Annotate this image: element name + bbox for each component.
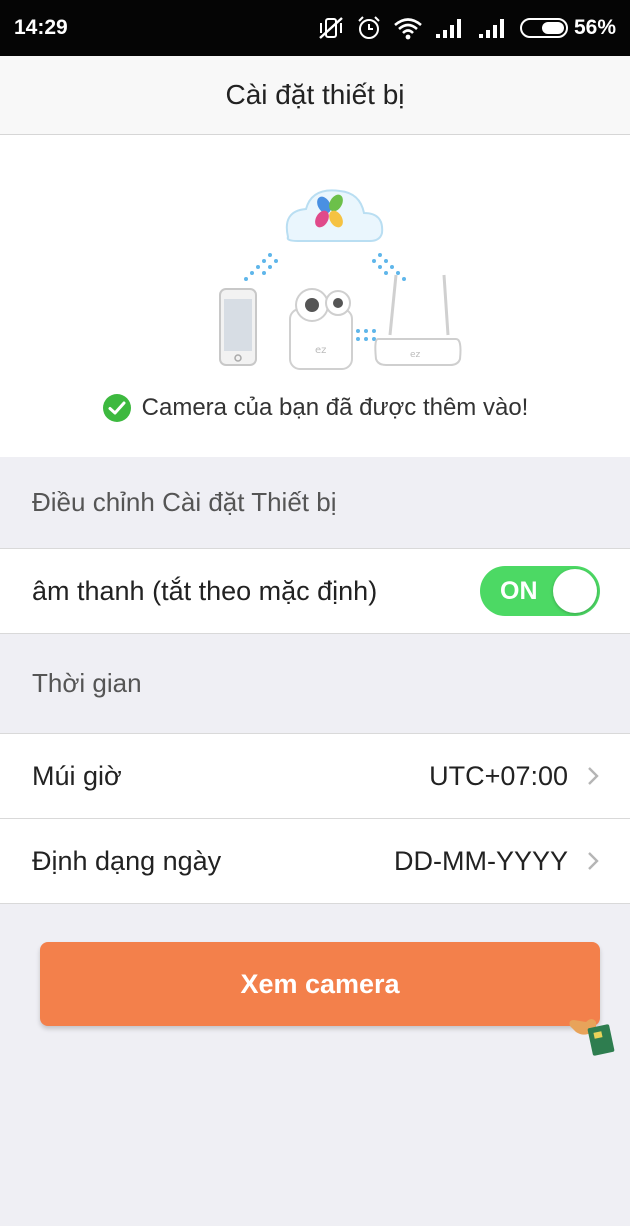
timezone-label: Múi giờ — [32, 760, 122, 791]
wifi-icon — [394, 18, 422, 40]
check-circle-icon — [102, 394, 131, 422]
battery-fill — [541, 22, 564, 34]
success-message: Camera của bạn đã được thêm vào! — [0, 393, 630, 423]
timezone-value: UTC+07:00 — [429, 760, 568, 791]
signal-icon — [478, 19, 504, 38]
date-format-label: Định dạng ngày — [32, 845, 222, 876]
toggle-knob — [553, 569, 597, 613]
battery-indicator: 56% — [519, 16, 616, 40]
alarm-clock-icon — [358, 16, 380, 39]
battery-icon — [519, 18, 568, 38]
svg-text:ez: ez — [315, 345, 326, 356]
toggle-label: ON — [500, 577, 538, 605]
pointing-hand-icon — [569, 1019, 615, 1056]
sound-toggle[interactable]: ON — [480, 566, 600, 616]
hero-section: ez ez Camera của bạn đã được thêm vào! — [0, 135, 630, 457]
status-icons: 56% — [317, 15, 616, 41]
router-icon: ez — [374, 274, 462, 366]
page-title: Cài đặt thiết bị — [225, 79, 405, 110]
status-bar: 14:29 56% — [0, 0, 630, 56]
camera-icon: ez — [289, 288, 353, 370]
device-connection-illustration: ez ez — [219, 189, 462, 370]
phone-icon — [219, 288, 257, 366]
section-header-label: Thời gian — [32, 668, 142, 698]
battery-percent: 56% — [573, 16, 616, 39]
date-format-value-group: DD-MM-YYYY — [394, 846, 600, 877]
sound-row: âm thanh (tắt theo mặc định) ON — [0, 549, 630, 634]
section-header-device-settings: Điều chỉnh Cài đặt Thiết bị — [0, 457, 630, 549]
date-format-row[interactable]: Định dạng ngày DD-MM-YYYY — [0, 819, 630, 904]
signal-icon — [435, 19, 461, 38]
bottom-area: Xem camera — [0, 904, 630, 1225]
section-header-time: Thời gian — [0, 634, 630, 734]
chevron-right-icon — [588, 767, 599, 785]
cloud-icon — [285, 189, 384, 242]
chevron-right-icon — [588, 852, 599, 870]
status-time: 14:29 — [14, 16, 68, 39]
view-camera-button[interactable]: Xem camera — [40, 942, 600, 1026]
success-text: Camera của bạn đã được thêm vào! — [141, 394, 529, 421]
svg-text:ez: ez — [410, 350, 421, 360]
nav-bar: Cài đặt thiết bị — [0, 56, 630, 135]
timezone-value-group: UTC+07:00 — [429, 761, 600, 792]
date-format-value: DD-MM-YYYY — [394, 845, 568, 876]
section-header-label: Điều chỉnh Cài đặt Thiết bị — [32, 487, 337, 517]
timezone-row[interactable]: Múi giờ UTC+07:00 — [0, 734, 630, 819]
sound-label: âm thanh (tắt theo mặc định) — [32, 575, 378, 606]
mute-vibrate-icon — [319, 17, 343, 39]
